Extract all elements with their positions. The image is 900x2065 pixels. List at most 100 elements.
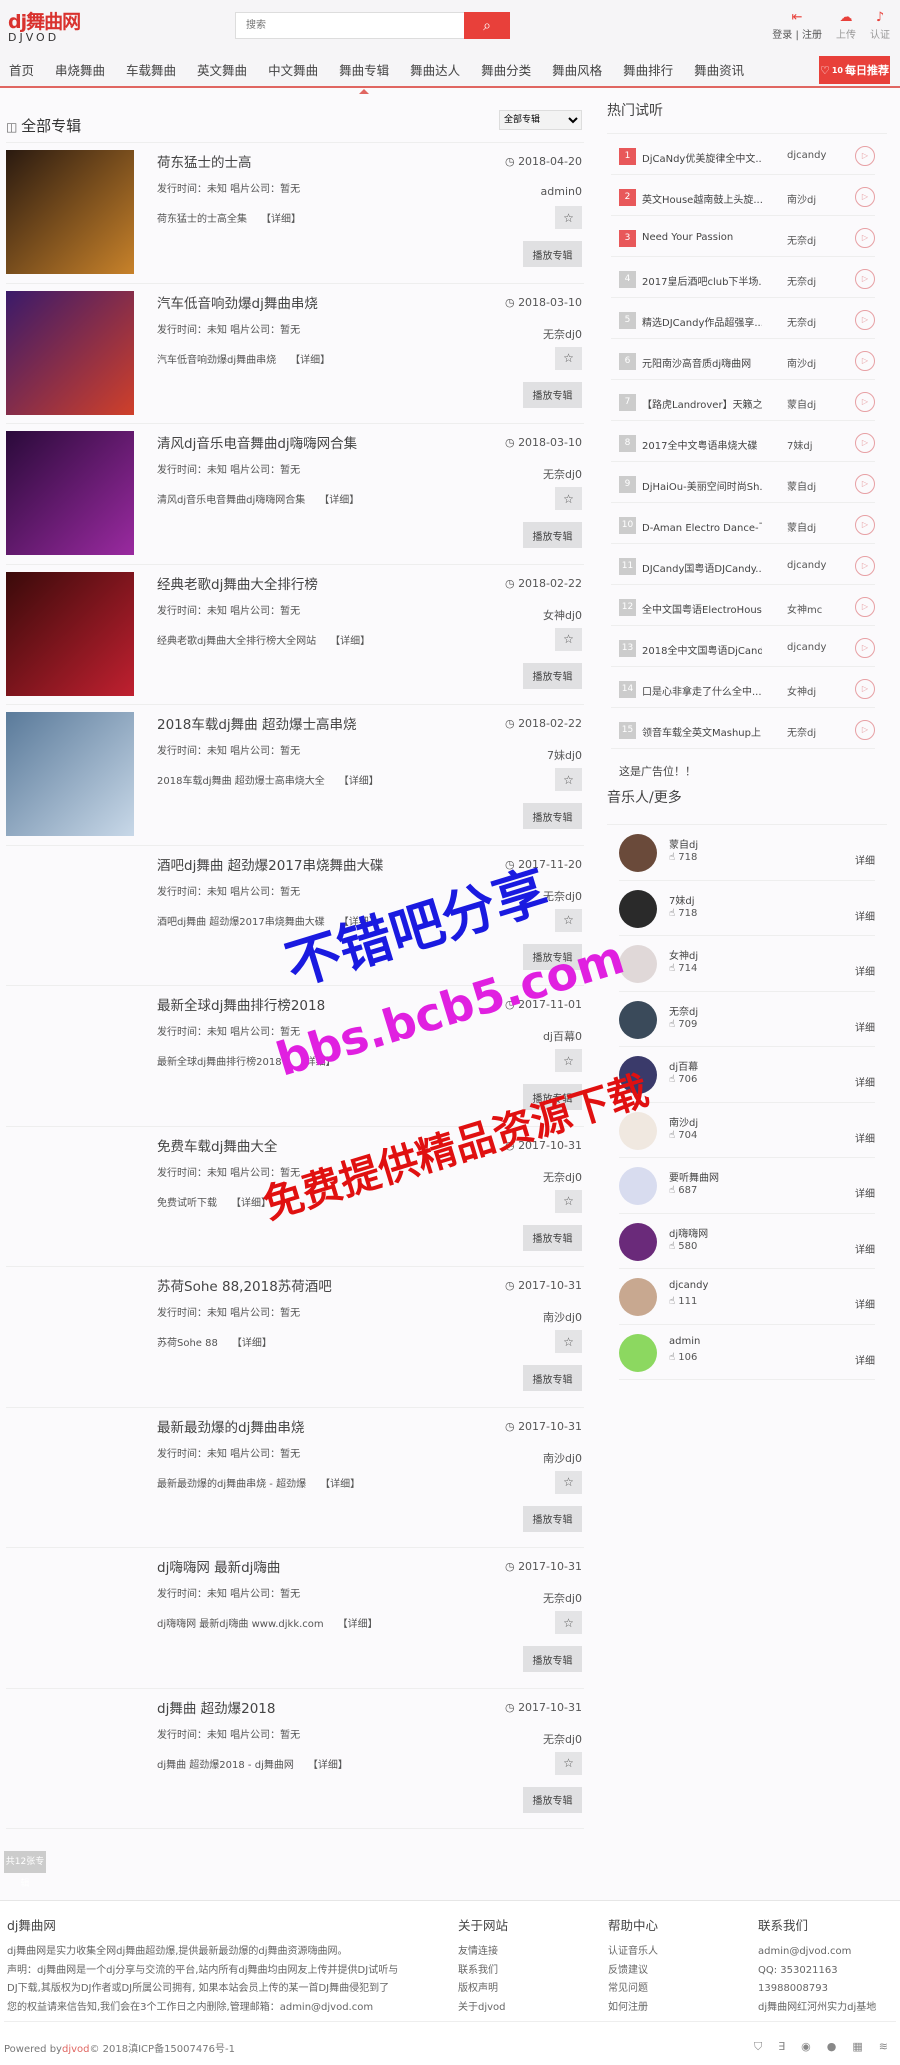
album-author[interactable]: 无奈dj0 [543, 1731, 582, 1747]
track-name[interactable]: DjHaiOu-美丽空间时尚Sh... [642, 478, 762, 493]
ad-slot[interactable]: 这是广告位！！ [607, 749, 887, 787]
album-author[interactable]: 无奈dj0 [543, 1169, 582, 1185]
play-album-button[interactable]: 播放专辑 [523, 381, 582, 408]
nav-item[interactable]: 舞曲达人 [410, 60, 460, 79]
track-author[interactable]: 南沙dj [787, 355, 816, 370]
avatar[interactable] [619, 889, 657, 928]
play-icon[interactable]: ▷ [855, 433, 875, 453]
album-title[interactable]: 荷东猛士的士高 [157, 151, 252, 171]
track-name[interactable]: 元阳南沙高音质dj嗨曲网 [642, 355, 762, 370]
album-author[interactable]: admin0 [541, 185, 582, 198]
detail-link[interactable]: 【详细】 [320, 1479, 360, 1490]
musician-name[interactable]: dj嗨嗨网 [669, 1225, 708, 1240]
play-icon[interactable]: ▷ [855, 146, 875, 166]
nav-item[interactable]: 英文舞曲 [197, 60, 247, 79]
album-author[interactable]: 7妹dj0 [547, 747, 582, 763]
track-name[interactable]: 精选DJCandy作品超强享... [642, 314, 762, 329]
album-title[interactable]: 最新最劲爆的dj舞曲串烧 [157, 1416, 304, 1436]
nav-item[interactable]: 首页 [9, 60, 34, 79]
album-cover[interactable] [6, 712, 134, 836]
css3-icon[interactable]: ∃ [778, 2040, 785, 2054]
play-album-button[interactable]: 播放专辑 [523, 1646, 582, 1672]
musician-name[interactable]: 7妹dj [669, 892, 695, 907]
favorite-button[interactable]: ☆ [555, 1751, 582, 1775]
play-album-button[interactable]: 播放专辑 [523, 943, 582, 970]
musician-detail-link[interactable]: 详细 [855, 1185, 875, 1200]
album-author[interactable]: 女神dj0 [543, 607, 582, 623]
track-author[interactable]: 蒙自dj [787, 396, 816, 411]
favorite-button[interactable]: ☆ [555, 1611, 582, 1634]
musician-name[interactable]: dj百幕 [669, 1058, 698, 1073]
play-icon[interactable]: ▷ [855, 556, 875, 576]
footer-link[interactable]: 常见问题 [608, 1980, 658, 1999]
album-author[interactable]: dj百幕0 [543, 1028, 582, 1044]
play-icon[interactable]: ▷ [855, 228, 875, 248]
track-name[interactable]: DjCaNdy优美旋律全中文... [642, 150, 762, 165]
album-cover[interactable] [6, 150, 134, 274]
album-title[interactable]: 经典老歌dj舞曲大全排行榜 [157, 573, 318, 593]
track-author[interactable]: djcandy [787, 150, 826, 161]
album-author[interactable]: 无奈dj0 [543, 326, 582, 342]
favorite-button[interactable]: ☆ [555, 908, 582, 932]
footer-link[interactable]: dj舞曲网红河州实力dj基地 [758, 1999, 876, 2018]
track-name[interactable]: Need Your Passion [642, 232, 762, 243]
track-author[interactable]: 7妹dj [787, 437, 813, 452]
nav-item[interactable]: 车载舞曲 [126, 60, 176, 79]
play-icon[interactable]: ▷ [855, 269, 875, 289]
detail-link[interactable]: 【详细】 [330, 636, 370, 647]
detail-link[interactable]: 【详细】 [338, 1619, 378, 1630]
avatar[interactable] [619, 1056, 657, 1094]
album-title[interactable]: 酒吧dj舞曲 超劲爆2017串烧舞曲大碟 [157, 854, 383, 874]
play-album-button[interactable]: 播放专辑 [523, 522, 582, 548]
avatar[interactable] [619, 1000, 657, 1039]
musician-detail-link[interactable]: 详细 [855, 1296, 875, 1311]
nav-item[interactable]: 中文舞曲 [268, 60, 318, 79]
certify-link[interactable]: ♪ 认证 [870, 10, 890, 41]
album-title[interactable]: dj嗨嗨网 最新dj嗨曲 [157, 1556, 280, 1576]
detail-link[interactable]: 【详细】 [308, 1760, 348, 1771]
play-icon[interactable]: ▷ [855, 679, 875, 699]
detail-link[interactable]: 【详细】 [339, 776, 379, 787]
play-icon[interactable]: ▷ [855, 310, 875, 330]
play-icon[interactable]: ▷ [855, 720, 875, 740]
favorite-button[interactable]: ☆ [555, 768, 582, 791]
musician-name[interactable]: djcandy [669, 1280, 708, 1291]
musician-name[interactable]: 女神dj [669, 947, 698, 962]
daily-recommend-button[interactable]: ♡ 10 每日推荐 [819, 56, 890, 84]
album-author[interactable]: 无奈dj0 [543, 888, 582, 904]
footer-link[interactable]: QQ: 353021163 [758, 1962, 876, 1981]
avatar[interactable] [619, 1167, 657, 1205]
footer-link[interactable]: 13988008793 [758, 1980, 876, 1999]
favorite-button[interactable]: ☆ [555, 346, 582, 370]
favorite-button[interactable]: ☆ [555, 1330, 582, 1353]
nav-item[interactable]: 舞曲风格 [552, 60, 602, 79]
search-input[interactable] [236, 13, 461, 38]
track-name[interactable]: DJCandy国粤语DJCandy... [642, 560, 762, 575]
detail-link[interactable]: 【详细】 [296, 1057, 336, 1068]
footer-link[interactable]: 友情连接 [458, 1943, 508, 1962]
musicians-title[interactable]: 音乐人/更多 [607, 787, 887, 825]
track-author[interactable]: 无奈dj [787, 724, 816, 739]
album-author[interactable]: 无奈dj0 [543, 466, 582, 482]
track-name[interactable]: 【路虎Landrover】天籁之... [642, 396, 762, 411]
html5-icon[interactable]: ⛉ [754, 2040, 762, 2054]
avatar[interactable] [619, 945, 657, 983]
footer-link[interactable]: admin@djvod.com [758, 1943, 876, 1962]
play-album-button[interactable]: 播放专辑 [523, 1084, 582, 1110]
avatar[interactable] [619, 1111, 657, 1150]
avatar[interactable] [619, 834, 657, 872]
avatar[interactable] [619, 1222, 657, 1261]
album-cover[interactable] [6, 571, 134, 696]
musician-detail-link[interactable]: 详细 [855, 1130, 875, 1145]
musician-detail-link[interactable]: 详细 [855, 1019, 875, 1034]
track-name[interactable]: 2017全中文粤语串烧大碟 [642, 437, 762, 452]
musician-detail-link[interactable]: 详细 [855, 908, 875, 923]
track-author[interactable]: 南沙dj [787, 191, 816, 206]
track-author[interactable]: 蒙自dj [787, 478, 816, 493]
track-name[interactable]: D-Aman Electro Dance-飞... [642, 519, 762, 534]
play-icon[interactable]: ▷ [855, 187, 875, 207]
favorite-button[interactable]: ☆ [555, 1470, 582, 1494]
favorite-button[interactable]: ☆ [555, 1049, 582, 1072]
favorite-button[interactable]: ☆ [555, 487, 582, 510]
play-album-button[interactable]: 播放专辑 [523, 1786, 582, 1813]
